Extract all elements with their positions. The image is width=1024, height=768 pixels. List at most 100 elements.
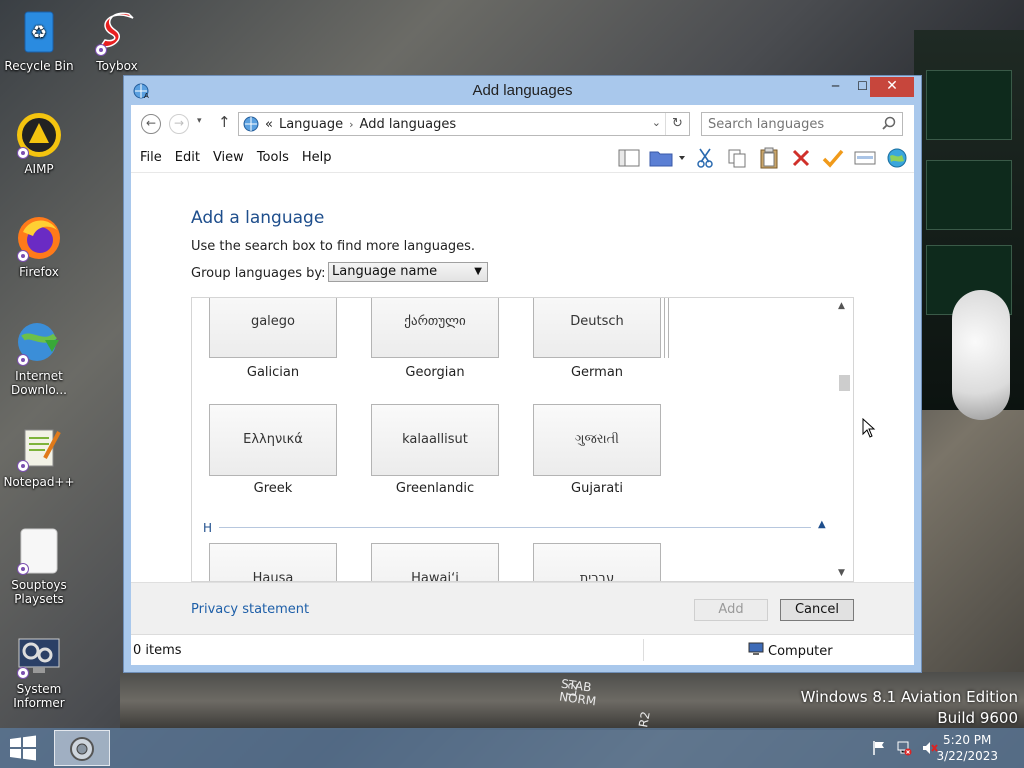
dialog-footer: Privacy statement Add Cancel [131, 582, 914, 634]
language-tile-greek[interactable]: Ελληνικά [209, 404, 337, 476]
language-name-greenlandic: Greenlandic [395, 481, 475, 496]
close-button[interactable]: ✕ [870, 77, 914, 97]
up-button[interactable]: ↑ [218, 113, 231, 131]
language-tile-georgian[interactable]: ქართული [371, 298, 499, 358]
scroll-down-icon[interactable]: ▼ [838, 568, 845, 578]
taskbar-clock[interactable]: 5:20 PM 3/22/2023 [936, 732, 998, 764]
add-button[interactable]: Add [694, 599, 768, 621]
desktop-icon-label: Notepad++ [3, 475, 75, 489]
title-bar[interactable]: A Add languages ─ ☐ ✕ [124, 76, 921, 105]
collapse-section-icon[interactable]: ▲ [818, 519, 826, 530]
section-header-h: H [203, 521, 213, 535]
toybox-icon [93, 8, 141, 56]
menu-tools[interactable]: Tools [257, 150, 300, 165]
breadcrumb-separator-icon[interactable]: › [349, 118, 353, 131]
desktop-icon-label: Toybox [96, 59, 138, 73]
web-globe-icon[interactable] [884, 146, 910, 170]
taskbar-control-panel-button[interactable] [54, 730, 110, 766]
computer-icon [748, 642, 764, 660]
address-prefix: « [265, 116, 273, 132]
desktop-icon-aimp[interactable]: AIMP [1, 111, 77, 176]
window-client-area: ← → ▾ ↑ « Language › Add languages ⌄ ↻ S… [131, 105, 914, 665]
language-name-german: German [570, 365, 624, 380]
properties-icon[interactable] [852, 146, 878, 170]
breadcrumb-language[interactable]: Language [279, 117, 343, 132]
vertical-scrollbar[interactable]: ▲ ▼ [836, 298, 853, 581]
wallpaper-throttle-knob [952, 290, 1010, 420]
copy-icon[interactable] [724, 146, 750, 170]
main-content: Add a language Use the search box to fin… [131, 173, 914, 583]
language-tile-hausa[interactable]: Hausa [209, 543, 337, 581]
language-name-georgian: Georgian [405, 365, 465, 380]
back-button[interactable]: ← [141, 114, 161, 134]
cut-icon[interactable] [692, 146, 718, 170]
layout-pane-icon[interactable] [616, 146, 642, 170]
system-informer-icon [15, 631, 63, 679]
desktop-icon-firefox[interactable]: Firefox [1, 214, 77, 279]
section-divider [219, 527, 811, 528]
internet-download-manager-icon [15, 318, 63, 366]
search-input[interactable] [702, 113, 874, 135]
checkmark-icon[interactable] [820, 146, 846, 170]
language-tile-hawaiian[interactable]: Hawaiʻi [371, 543, 499, 581]
toolbar [616, 146, 910, 170]
windows-watermark: Windows 8.1 Aviation Edition Build 9600 [801, 687, 1018, 729]
language-tile-gujarati[interactable]: ગુજરાતી [533, 404, 661, 476]
desktop-icon-notepad-plus-plus[interactable]: Notepad++ [1, 424, 77, 489]
desktop-icon-label: Recycle Bin [4, 59, 74, 73]
privacy-statement-link[interactable]: Privacy statement [191, 602, 309, 617]
paste-icon[interactable] [756, 146, 782, 170]
recycle-bin-icon: ♻ [15, 8, 63, 56]
scroll-up-icon[interactable]: ▲ [838, 301, 845, 311]
scrollbar-thumb[interactable] [839, 375, 850, 391]
wallpaper-l2-label: L2 [564, 681, 581, 698]
language-tile-hebrew[interactable]: עברית [533, 543, 661, 581]
window-title: Add languages [472, 82, 573, 99]
address-row: ← → ▾ ↑ « Language › Add languages ⌄ ↻ [131, 105, 914, 143]
menu-help[interactable]: Help [302, 150, 343, 165]
menu-file[interactable]: File [140, 150, 173, 165]
network-disconnected-icon[interactable] [896, 740, 912, 760]
control-panel-globe-icon [243, 116, 259, 132]
group-by-label: Group languages by: [191, 266, 326, 281]
clock-time: 5:20 PM [943, 733, 992, 747]
firefox-icon [15, 214, 63, 262]
notepad-plus-plus-icon [15, 424, 63, 472]
watermark-build: Build 9600 [937, 709, 1018, 727]
minimize-button[interactable]: ─ [822, 77, 849, 97]
group-by-select[interactable]: Language name ▼ [328, 262, 488, 282]
aimp-icon [15, 111, 63, 159]
language-tile-galician[interactable]: galego [209, 298, 337, 358]
language-list[interactable]: galego Galician ქართული Georgian Deutsch… [191, 297, 854, 582]
cancel-button[interactable]: Cancel [780, 599, 854, 621]
svg-text:♻: ♻ [31, 22, 47, 43]
search-box[interactable] [701, 112, 903, 136]
start-button[interactable] [8, 735, 38, 761]
desktop-icon-internet-download-manager[interactable]: Internet Downlo... [1, 318, 77, 397]
language-tile-greenlandic[interactable]: kalaallisut [371, 404, 499, 476]
folder-views-icon[interactable] [648, 146, 686, 170]
desktop-icon-recycle-bin[interactable]: ♻ Recycle Bin [1, 8, 77, 73]
menu-view[interactable]: View [213, 150, 255, 165]
language-tile-german[interactable]: Deutsch [533, 298, 661, 358]
forward-button[interactable]: → [169, 114, 189, 134]
desktop-icon-system-informer[interactable]: System Informer [1, 631, 77, 710]
action-center-flag-icon[interactable] [872, 740, 886, 760]
menu-edit[interactable]: Edit [175, 150, 211, 165]
search-icon[interactable] [882, 116, 896, 130]
status-location: Computer [748, 642, 833, 660]
desktop-icon-souptoys[interactable]: Souptoys Playsets [1, 527, 77, 606]
recent-locations-dropdown[interactable]: ▾ [197, 116, 202, 126]
delete-icon[interactable] [788, 146, 814, 170]
chevron-down-icon: ▼ [474, 266, 482, 277]
desktop-icon-label: Souptoys Playsets [11, 578, 67, 606]
refresh-button[interactable]: ↻ [665, 113, 689, 135]
desktop-icon-label: Internet Downlo... [11, 369, 67, 397]
address-bar[interactable]: « Language › Add languages ⌄ ↻ [238, 112, 690, 136]
item-count: 0 items [133, 643, 182, 658]
status-location-label: Computer [768, 643, 833, 659]
desktop-icon-toybox[interactable]: Toybox [79, 8, 155, 73]
address-dropdown-button[interactable]: ⌄ [652, 116, 661, 129]
breadcrumb-add-languages[interactable]: Add languages [360, 117, 457, 132]
system-tray [872, 740, 938, 760]
